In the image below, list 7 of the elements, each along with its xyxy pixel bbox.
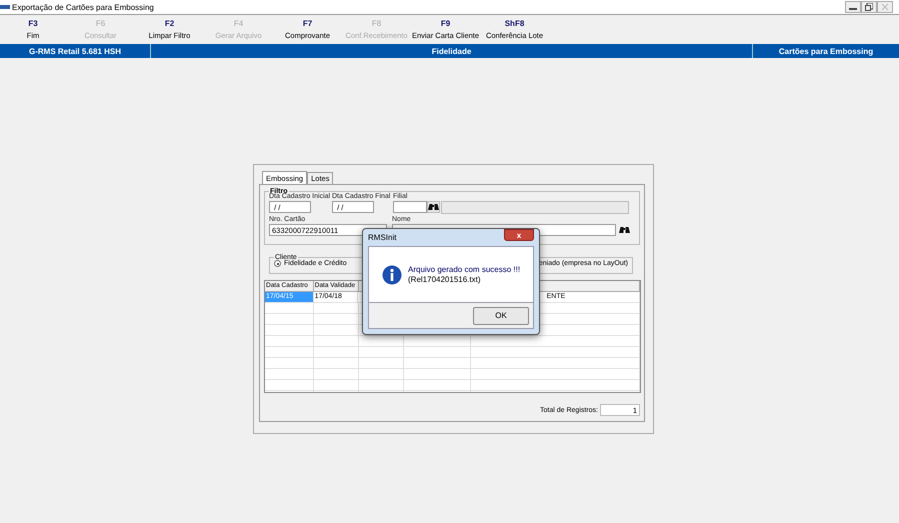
dialog-message: Arquivo gerado com sucesso !!!	[408, 264, 520, 274]
dialog-title: RMSInit	[368, 233, 396, 242]
version-label: G-RMS Retail 5.681 HSH	[0, 44, 151, 58]
file-name: (Rel1704201516.txt)	[408, 274, 482, 284]
window-title: Exportação de Cartões para Embossing	[12, 2, 154, 12]
screen-label: Cartões para Embossing	[752, 44, 899, 58]
module-label: Fidelidade	[430, 46, 472, 58]
